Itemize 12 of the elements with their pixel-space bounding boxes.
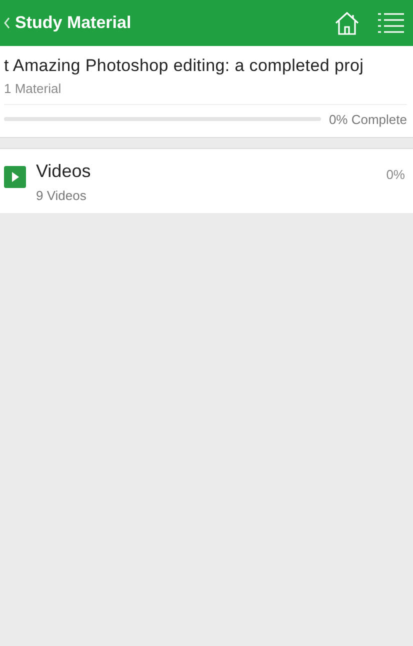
material-count: 1 Material bbox=[4, 81, 407, 105]
play-icon bbox=[4, 166, 26, 188]
screen-title: Study Material bbox=[15, 13, 132, 33]
section-count: 9 Videos bbox=[36, 188, 88, 203]
progress-reading: 0% Complete bbox=[328, 112, 407, 126]
section-percent: 0% bbox=[386, 167, 405, 182]
course-title: t Amazing Photoshop editing: a completed proj bbox=[4, 56, 365, 76]
section-title: Videos bbox=[36, 161, 92, 182]
back-icon[interactable] bbox=[4, 17, 10, 29]
section-row[interactable]: Videos 9 Videos 0% bbox=[0, 148, 413, 213]
menu-icon[interactable] bbox=[378, 12, 404, 34]
home-icon[interactable] bbox=[334, 10, 360, 36]
